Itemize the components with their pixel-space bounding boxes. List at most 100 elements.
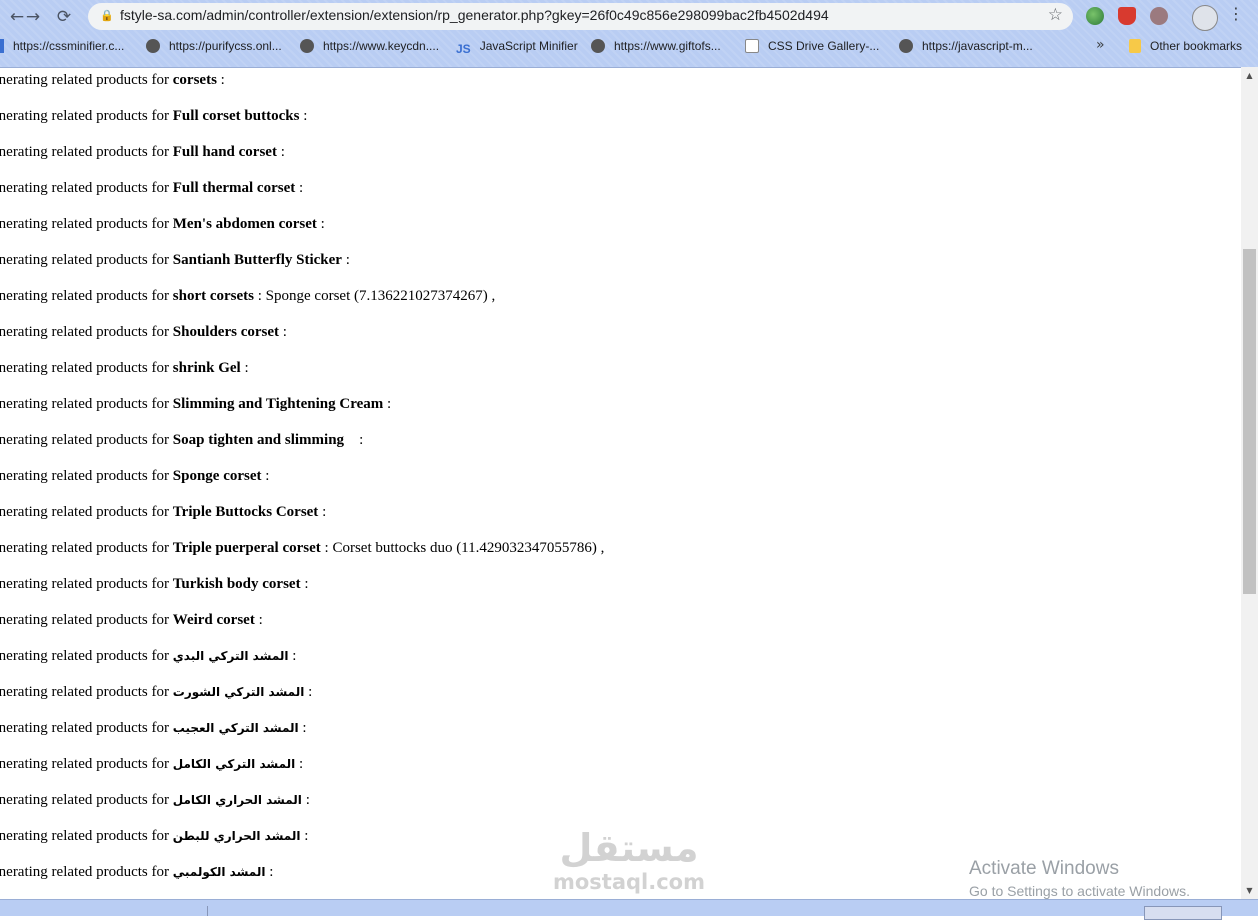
- more-bookmarks-icon[interactable]: »: [1096, 37, 1105, 53]
- bookmark-star-icon[interactable]: ☆: [1048, 5, 1063, 25]
- line-prefix: enerating related products for: [0, 468, 173, 484]
- browser-toolbar: ← → ⟳ 🔒 fstyle-sa.com/admin/controller/e…: [0, 0, 1258, 33]
- line-prefix: enerating related products for: [0, 288, 173, 304]
- bookmark-label: https://javascript-m...: [922, 39, 1033, 53]
- related-result: :: [301, 792, 310, 808]
- list-item: enerating related products for Full ther…: [0, 180, 303, 197]
- globe-icon: [300, 39, 314, 53]
- line-prefix: enerating related products for: [0, 684, 173, 700]
- bookmark-label: https://www.giftofs...: [614, 39, 721, 53]
- browser-chrome: ← → ⟳ 🔒 fstyle-sa.com/admin/controller/e…: [0, 0, 1258, 68]
- line-prefix: enerating related products for: [0, 540, 173, 556]
- line-prefix: enerating related products for: [0, 648, 173, 664]
- related-result: :: [344, 432, 364, 448]
- bookmark-item[interactable]: https://cssminifier.c...: [0, 39, 124, 53]
- list-item: enerating related products for المشد الت…: [0, 756, 303, 773]
- product-name: Full corset buttocks: [172, 108, 300, 124]
- reload-icon[interactable]: ⟳: [51, 4, 77, 30]
- related-result: :: [261, 468, 270, 484]
- related-result: :: [318, 504, 327, 520]
- list-item: enerating related products for Shoulders…: [0, 324, 287, 341]
- list-item: enerating related products for المشد الت…: [0, 720, 307, 737]
- product-name: المشد التركي الشورت: [172, 685, 305, 699]
- product-name: Soap tighten and slimming: [172, 432, 345, 448]
- line-prefix: enerating related products for: [0, 396, 173, 412]
- product-name: المشد التركي العجيب: [172, 721, 299, 735]
- activate-subtitle: Go to Settings to activate Windows.: [969, 883, 1190, 899]
- mostaql-watermark: مستقل mostaql.com: [551, 826, 707, 896]
- line-prefix: enerating related products for: [0, 612, 173, 628]
- product-name: Triple Buttocks Corset: [172, 504, 319, 520]
- address-bar[interactable]: 🔒 fstyle-sa.com/admin/controller/extensi…: [88, 3, 1073, 30]
- globe-icon: [899, 39, 913, 53]
- scroll-up-icon[interactable]: ▲: [1241, 67, 1258, 84]
- related-result: :: [295, 756, 304, 772]
- related-result: :: [295, 180, 304, 196]
- related-result: :: [276, 144, 285, 160]
- product-name: Men's abdomen corset: [172, 216, 317, 232]
- related-result: :: [383, 396, 392, 412]
- globe-icon: [591, 39, 605, 53]
- bookmark-item[interactable]: https://purifycss.onl...: [146, 39, 282, 53]
- list-item: enerating related products for Men's abd…: [0, 216, 325, 233]
- bookmark-item[interactable]: https://www.keycdn....: [300, 39, 439, 53]
- product-name: Full thermal corset: [172, 180, 296, 196]
- related-result: :: [304, 684, 313, 700]
- product-name: المشد الحراري للبطن: [172, 829, 301, 843]
- other-bookmarks[interactable]: Other bookmarks: [1129, 39, 1242, 53]
- forward-icon[interactable]: →: [20, 4, 46, 30]
- globe-icon: [146, 39, 160, 53]
- product-name: Turkish body corset: [172, 576, 301, 592]
- menu-dots-icon[interactable]: ⋮: [1226, 4, 1246, 23]
- product-name: Slimming and Tightening Cream: [172, 396, 384, 412]
- taskbar-button[interactable]: [1144, 906, 1222, 920]
- globe-extension-icon[interactable]: [1086, 7, 1104, 25]
- related-result: :: [288, 648, 297, 664]
- list-item: enerating related products for Turkish b…: [0, 576, 309, 593]
- related-result: :: [279, 324, 287, 340]
- related-result: :: [300, 576, 309, 592]
- activate-title: Activate Windows: [969, 858, 1119, 879]
- lock-icon: 🔒: [100, 9, 114, 22]
- list-item: enerating related products for Full cors…: [0, 108, 307, 125]
- list-item: enerating related products for corsets :: [0, 72, 225, 89]
- bookmark-item[interactable]: CSS Drive Gallery-...: [745, 39, 879, 53]
- bookmark-item[interactable]: https://www.giftofs...: [591, 39, 721, 53]
- list-item: enerating related products for المشد الح…: [0, 828, 308, 845]
- bookmark-item[interactable]: JS JavaScript Minifier: [456, 39, 578, 56]
- list-item: enerating related products for المشد الت…: [0, 684, 312, 701]
- related-result: :: [216, 72, 225, 88]
- product-name: shrink Gel: [172, 360, 241, 376]
- url-text[interactable]: fstyle-sa.com/admin/controller/extension…: [120, 7, 829, 23]
- cssdrive-icon: [745, 39, 759, 53]
- bookmark-item[interactable]: https://javascript-m...: [899, 39, 1033, 53]
- line-prefix: enerating related products for: [0, 324, 173, 340]
- list-item: enerating related products for Santianh …: [0, 252, 350, 269]
- related-result: :: [298, 720, 307, 736]
- other-bookmarks-label: Other bookmarks: [1150, 39, 1243, 53]
- profile-avatar[interactable]: [1192, 5, 1218, 31]
- product-name: short corsets: [172, 288, 254, 304]
- list-item: enerating related products for Triple pu…: [0, 540, 604, 557]
- watermark-latin: mostaql.com: [553, 870, 705, 894]
- related-result: :: [300, 828, 309, 844]
- js-icon: JS: [456, 42, 471, 56]
- line-prefix: enerating related products for: [0, 216, 173, 232]
- product-name: المشد الحراري الكامل: [172, 793, 302, 807]
- line-prefix: enerating related products for: [0, 180, 173, 196]
- related-result: :: [265, 864, 274, 880]
- line-prefix: enerating related products for: [0, 756, 173, 772]
- scrollbar-thumb[interactable]: [1243, 249, 1256, 594]
- related-result: : Corset buttocks duo (11.42903234705578…: [320, 540, 605, 556]
- vertical-scrollbar[interactable]: ▲ ▼: [1241, 67, 1258, 899]
- scroll-down-icon[interactable]: ▼: [1241, 882, 1258, 899]
- line-prefix: enerating related products for: [0, 252, 173, 268]
- bug-extension-icon[interactable]: [1150, 7, 1168, 25]
- line-prefix: enerating related products for: [0, 864, 173, 880]
- list-item: enerating related products for Full hand…: [0, 144, 285, 161]
- related-result: :: [316, 216, 325, 232]
- list-item: enerating related products for short cor…: [0, 288, 495, 305]
- red-extension-icon[interactable]: [1118, 7, 1136, 25]
- line-prefix: enerating related products for: [0, 72, 173, 88]
- list-item: enerating related products for Sponge co…: [0, 468, 269, 485]
